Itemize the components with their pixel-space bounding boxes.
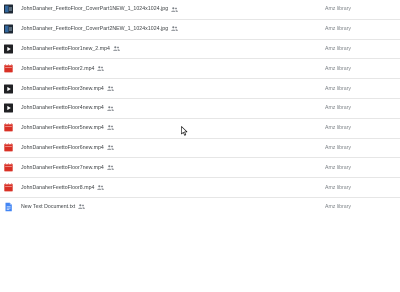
video-thumbnail-icon [4,103,13,113]
file-owner: Amz library [325,204,351,211]
file-name-label: New Text Document.txt [21,204,76,211]
file-name-label: JohnDanaherFeettoFloor5new.mp4 [21,125,104,132]
file-owner: Amz library [325,184,351,191]
file-name[interactable]: JohnDanaher_FeettoFloor_CoverPart1NEW_1_… [21,6,179,13]
video-thumbnail-icon [4,44,13,54]
file-name[interactable]: JohnDanaherFeettoFloor2.mp4 [21,65,105,72]
file-name-label: JohnDanaher_FeettoFloor_CoverPart2NEW_1_… [21,26,169,33]
shared-people-icon [107,125,114,131]
file-owner: Amz library [325,6,351,13]
video-file-icon [4,163,13,172]
video-file-icon [4,143,13,152]
shared-people-icon [97,184,105,190]
file-owner: Amz library [325,144,351,151]
file-row[interactable]: JohnDanaherFeettoFloor3new.mp4 Amz librar… [0,79,400,99]
file-row[interactable]: JohnDanaherFeettoFloor5new.mp4 Amz librar… [0,119,400,139]
shared-people-icon [107,145,114,150]
image-thumbnail-icon [4,24,13,34]
file-owner: Amz library [325,85,351,92]
document-icon [5,203,12,212]
shared-people-icon [171,26,179,32]
file-owner: Amz library [325,45,351,52]
file-row[interactable]: JohnDanaherFeettoFloor8.mp4 Amz library [0,178,400,198]
file-name-label: JohnDanaherFeettoFloor6new.mp4 [21,144,104,151]
drive-file-list-page: JohnDanaher_FeettoFloor_CoverPart1NEW_1_… [0,0,400,292]
shared-people-icon [171,6,179,12]
video-thumbnail-icon [4,84,13,94]
file-row[interactable]: New Text Document.txt Amz library [0,198,400,218]
file-name[interactable]: JohnDanaherFeettoFloor7new.mp4 [21,165,114,171]
shared-people-icon [107,85,114,91]
file-name-label: JohnDanaherFeettoFloor3new.mp4 [21,85,104,92]
video-file-icon [4,123,13,132]
file-name-label: JohnDanaherFeettoFloor1new_2.mp4 [21,45,110,52]
file-row[interactable]: JohnDanaherFeettoFloor7new.mp4 Amz librar… [0,158,400,179]
file-row[interactable]: JohnDanaherFeettoFloor2.mp4 Amz library [0,59,400,80]
file-name-label: JohnDanaher_FeettoFloor_CoverPart1NEW_1_… [21,6,169,13]
file-name[interactable]: JohnDanaherFeettoFloor3new.mp4 [21,86,114,92]
file-list: JohnDanaher_FeettoFloor_CoverPart1NEW_1_… [0,0,400,218]
file-row[interactable]: JohnDanaherFeettoFloor6new.mp4 Amz librar… [0,139,400,159]
file-owner: Amz library [325,164,351,171]
file-name[interactable]: JohnDanaherFeettoFloor6new.mp4 [21,145,114,151]
file-name[interactable]: JohnDanaherFeettoFloor8.mp4 [21,184,105,191]
file-name[interactable]: JohnDanaherFeettoFloor4new.mp4 [21,105,114,111]
file-name[interactable]: JohnDanaher_FeettoFloor_CoverPart2NEW_1_… [21,26,179,33]
file-name-label: JohnDanaherFeettoFloor8.mp4 [21,184,95,191]
file-owner: Amz library [325,26,351,33]
file-row[interactable]: JohnDanaherFeettoFloor1new_2.mp4 Amz libr… [0,40,400,60]
shared-people-icon [78,204,86,210]
file-name[interactable]: JohnDanaherFeettoFloor1new_2.mp4 [21,46,120,52]
file-row[interactable]: JohnDanaher_FeettoFloor_CoverPart2NEW_1_… [0,20,400,40]
file-name[interactable]: New Text Document.txt [21,204,86,211]
mouse-cursor-icon [181,126,188,136]
file-owner: Amz library [325,125,351,132]
shared-people-icon [107,105,114,111]
file-name-label: JohnDanaherFeettoFloor4new.mp4 [21,105,104,112]
image-thumbnail-icon [4,4,13,14]
file-name-label: JohnDanaherFeettoFloor7new.mp4 [21,164,104,171]
file-owner: Amz library [325,105,351,112]
file-owner: Amz library [325,65,351,72]
video-file-icon [4,64,13,73]
file-name-label: JohnDanaherFeettoFloor2.mp4 [21,65,95,72]
video-file-icon [4,183,13,191]
shared-people-icon [97,66,105,71]
file-row[interactable]: JohnDanaherFeettoFloor4new.mp4 Amz librar… [0,99,400,119]
file-name[interactable]: JohnDanaherFeettoFloor5new.mp4 [21,125,114,131]
file-row[interactable]: JohnDanaher_FeettoFloor_CoverPart1NEW_1_… [0,0,400,20]
empty-list-area [0,217,400,292]
shared-people-icon [107,165,114,170]
shared-people-icon [113,46,120,51]
